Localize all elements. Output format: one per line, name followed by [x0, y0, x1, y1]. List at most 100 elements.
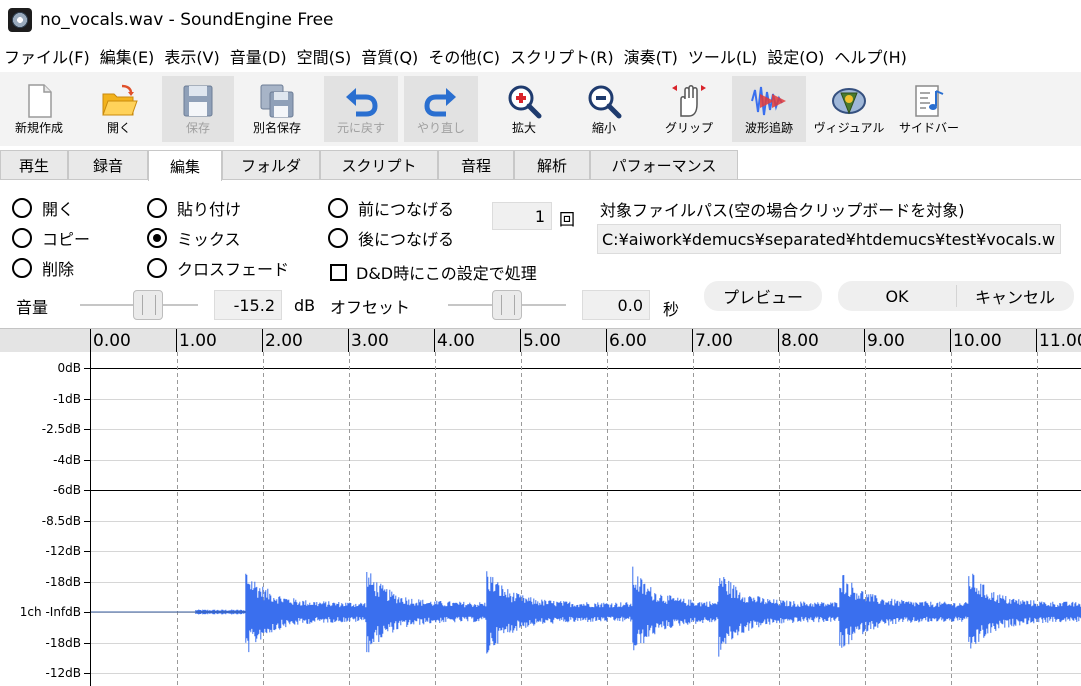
volume-value-input[interactable]: -15.2 — [214, 290, 282, 320]
target-path-value: C:¥aiwork¥demucs¥separated¥htdemucs¥test… — [602, 229, 1056, 249]
tab-play-label: 再生 — [18, 157, 49, 175]
radio-copy-label: コピー — [42, 230, 91, 249]
app-icon[interactable] — [8, 8, 32, 32]
repeat-count-input[interactable]: 1 — [492, 202, 552, 230]
menu-play[interactable]: 演奏(T) — [620, 44, 684, 68]
new-file-icon — [28, 84, 52, 118]
new-file-label: 新規作成 — [14, 121, 63, 135]
menu-view[interactable]: 表示(V) — [160, 44, 225, 68]
menu-tools[interactable]: ツール(L) — [684, 44, 763, 68]
preview-button[interactable]: プレビュー — [704, 281, 822, 311]
db-label: 0dB — [57, 361, 81, 375]
sidebar-icon — [915, 85, 944, 117]
tab-edit[interactable]: 編集 — [148, 150, 222, 181]
tab-record[interactable]: 録音 — [68, 150, 148, 180]
radio-paste-indicator — [147, 198, 167, 218]
tab-pitch-label: 音程 — [460, 157, 491, 175]
menu-volume[interactable]: 音量(D) — [226, 44, 293, 68]
cancel-button[interactable]: キャンセル — [956, 284, 1074, 308]
undo-button[interactable]: 元に戻す — [324, 76, 398, 142]
waveform-plot[interactable] — [90, 352, 1081, 686]
new-file-button[interactable]: 新規作成 — [4, 76, 74, 142]
radio-mix-label: ミックス — [177, 230, 241, 249]
offset-slider[interactable] — [448, 290, 566, 320]
menu-help[interactable]: ヘルプ(H) — [830, 44, 913, 68]
zoom-in-label: 拡大 — [511, 121, 536, 135]
undo-label: 元に戻す — [336, 121, 385, 135]
offset-slider-thumb[interactable] — [492, 290, 522, 320]
redo-icon — [424, 88, 456, 117]
tab-performance-label: パフォーマンス — [611, 157, 717, 175]
offset-unit: 秒 — [663, 300, 680, 319]
waveform-view[interactable]: 0dB -1dB -2.5dB -4dB -6dB -8.5dB -12dB -18dB 1ch… — [0, 352, 1081, 686]
save-as-button[interactable]: 別名保存 — [240, 76, 314, 142]
menu-other[interactable]: その他(C) — [424, 44, 506, 68]
radio-delete-indicator — [12, 258, 32, 278]
radio-join-after[interactable]: 後につなげる — [328, 226, 454, 250]
tab-play[interactable]: 再生 — [0, 150, 68, 180]
menu-space[interactable]: 空間(S) — [293, 44, 358, 68]
tab-performance[interactable]: パフォーマンス — [590, 150, 738, 180]
visual-button[interactable]: ヴィジュアル — [814, 76, 884, 142]
grip-label: グリップ — [664, 121, 713, 135]
tab-folder[interactable]: フォルダ — [222, 150, 320, 180]
db-label: -18dB — [45, 635, 81, 650]
time-tick: 10.00 — [950, 329, 1002, 353]
undo-icon — [346, 88, 378, 117]
time-tick: 3.00 — [348, 329, 389, 353]
radio-join-before[interactable]: 前につなげる — [328, 196, 454, 220]
radio-copy[interactable]: コピー — [12, 226, 90, 250]
save-as-icon — [260, 84, 294, 118]
db-label: -12dB — [45, 544, 81, 558]
offset-label: オフセット — [330, 298, 411, 317]
menu-quality[interactable]: 音質(Q) — [357, 44, 424, 68]
radio-paste[interactable]: 貼り付け — [147, 196, 241, 220]
dnd-setting-checkbox[interactable]: D&D時にこの設定で処理 — [330, 260, 537, 284]
redo-button[interactable]: やり直し — [404, 76, 478, 142]
zoom-out-button[interactable]: 縮小 — [568, 76, 640, 142]
target-path-input[interactable]: C:¥aiwork¥demucs¥separated¥htdemucs¥test… — [597, 224, 1061, 254]
radio-open-indicator — [12, 198, 32, 218]
window-title: no_vocals.wav - SoundEngine Free — [40, 10, 334, 30]
offset-value-input[interactable]: 0.0 — [582, 290, 650, 320]
time-ruler[interactable]: 0.00 1.00 2.00 3.00 4.00 5.00 6.00 7.00 8.00 9.00… — [0, 328, 1081, 353]
tab-script[interactable]: スクリプト — [320, 150, 438, 180]
radio-open[interactable]: 開く — [12, 196, 74, 220]
sidebar-button[interactable]: サイドバー — [892, 76, 966, 142]
radio-delete-label: 削除 — [42, 260, 75, 279]
zoom-in-button[interactable]: 拡大 — [486, 76, 562, 142]
tab-bar: 再生 録音 編集 フォルダ スクリプト 音程 解析 パフォーマンス — [0, 150, 1081, 181]
open-label: 開く — [106, 121, 131, 135]
volume-slider-thumb[interactable] — [133, 290, 163, 320]
radio-mix[interactable]: ミックス — [147, 226, 241, 250]
waveform-follow-button[interactable]: 波形追跡 — [732, 76, 806, 142]
menu-script[interactable]: スクリプト(R) — [506, 44, 620, 68]
db-label: -12dB — [45, 666, 81, 680]
save-icon — [183, 85, 213, 117]
grip-button[interactable]: グリップ — [652, 76, 726, 142]
tab-analysis[interactable]: 解析 — [514, 150, 590, 180]
radio-crossfade-label: クロスフェード — [177, 260, 290, 279]
time-tick: 5.00 — [520, 329, 561, 353]
tab-pitch[interactable]: 音程 — [438, 150, 514, 180]
ok-cancel-group: OK キャンセル — [838, 281, 1074, 311]
radio-crossfade[interactable]: クロスフェード — [147, 256, 289, 280]
ok-button[interactable]: OK — [838, 287, 956, 306]
tab-edit-label: 編集 — [169, 157, 200, 176]
volume-slider[interactable] — [80, 290, 198, 320]
waveform-svg[interactable] — [91, 352, 1081, 686]
menu-edit[interactable]: 編集(E) — [96, 44, 161, 68]
volume-label: 音量 — [16, 298, 49, 317]
time-tick: 7.00 — [692, 329, 733, 353]
time-tick: 4.00 — [434, 329, 475, 353]
db-label: -1dB — [53, 391, 81, 406]
radio-join-before-indicator — [328, 198, 348, 218]
open-button[interactable]: 開く — [84, 76, 154, 142]
menu-file[interactable]: ファイル(F) — [0, 44, 96, 68]
offset-value: 0.0 — [617, 295, 643, 315]
radio-delete[interactable]: 削除 — [12, 256, 74, 280]
tab-record-label: 録音 — [92, 157, 123, 175]
radio-paste-label: 貼り付け — [177, 200, 242, 219]
menu-settings[interactable]: 設定(O) — [763, 44, 830, 68]
save-button[interactable]: 保存 — [162, 76, 234, 142]
